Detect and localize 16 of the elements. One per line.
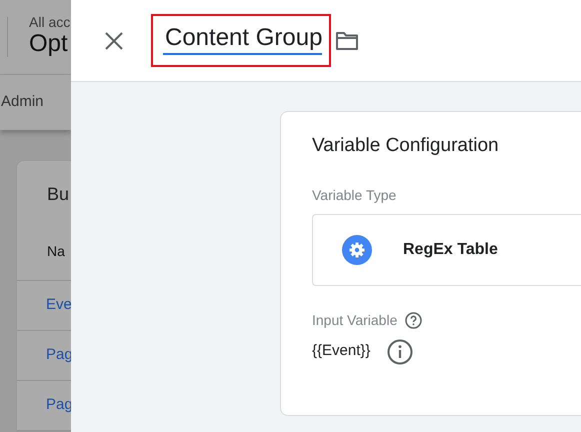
input-variable-value: {{Event}} <box>312 341 370 362</box>
card-title: Bu <box>47 184 70 204</box>
breadcrumb-text: All acc <box>29 14 70 30</box>
table-link[interactable]: Eve <box>46 296 71 313</box>
gear-icon <box>342 234 372 264</box>
info-icon[interactable] <box>387 338 414 364</box>
title-field[interactable]: Content Group <box>163 22 322 56</box>
field-label: Input Variable <box>312 310 398 330</box>
column-header: Na <box>47 243 65 259</box>
card-title: Variable Configuration <box>312 134 500 158</box>
help-icon[interactable] <box>405 312 422 328</box>
field-label: Variable Type <box>312 186 398 205</box>
variable-type-selector[interactable]: RegEx Table <box>312 214 581 286</box>
folder-icon[interactable] <box>335 30 360 50</box>
close-icon[interactable] <box>105 32 123 50</box>
container-name: Opt <box>29 30 69 59</box>
